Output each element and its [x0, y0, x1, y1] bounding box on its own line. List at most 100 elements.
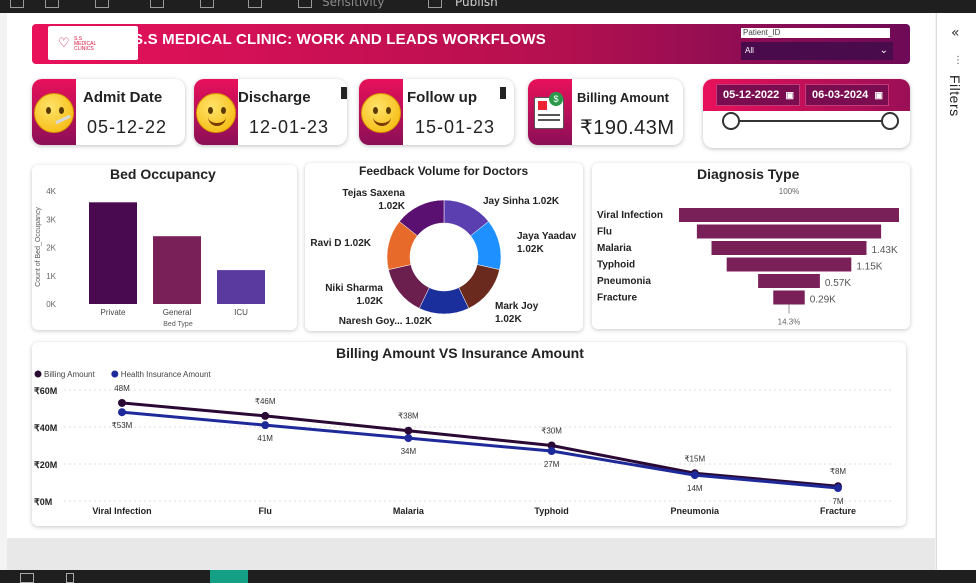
calculator-icon[interactable]: [248, 0, 262, 8]
smiling-face-icon: [361, 93, 401, 133]
funnel-bar: [696, 224, 882, 239]
funnel-value-label: 0.57K: [825, 278, 851, 289]
sensitivity-button[interactable]: Sensitivity: [322, 0, 384, 9]
clinic-logo: ♡ S.S MEDICAL CLINICS: [48, 26, 138, 60]
funnel-bottom-percent: 14.3%: [778, 318, 801, 327]
status-bar: [0, 570, 976, 583]
funnel-bar: [726, 257, 852, 272]
toolbar-icon[interactable]: [10, 0, 24, 8]
data-label: 7M: [832, 497, 843, 506]
data-point: [118, 398, 126, 407]
y-tick-label: 4K: [46, 187, 56, 196]
app-toolbar: Sensitivity Publish: [0, 0, 976, 13]
refresh-icon[interactable]: [150, 0, 164, 8]
kpi-discharge[interactable]: Discharge 12-01-23: [194, 79, 347, 145]
y-tick-label: 0K: [46, 300, 56, 309]
page-title: S.S MEDICAL CLINIC: WORK AND LEADS WORKF…: [133, 31, 546, 48]
x-tick-label: Malaria: [393, 506, 425, 516]
kpi-admit-date[interactable]: Admit Date 05-12-22: [32, 79, 185, 145]
start-date-input[interactable]: 05-12-2022 ▣: [716, 84, 800, 106]
calendar-icon[interactable]: ▣: [874, 85, 883, 105]
legend-label: Billing Amount: [44, 370, 95, 379]
filters-pane[interactable]: « ⋮ Filters: [936, 13, 976, 570]
diagnosis-panel[interactable]: Diagnosis Type 100% Viral Infection Flu Mal…: [592, 163, 910, 329]
bed-occupancy-chart: 0K 1K 2K 3K 4K Count of Bed_Occupancy Private G…: [35, 187, 265, 328]
kpi-follow-up[interactable]: Follow up 15-01-23: [359, 79, 514, 145]
date-range-slicer[interactable]: 05-12-2022 ▣ 06-03-2024 ▣: [703, 79, 910, 148]
patient-id-slicer-label: Patient_ID: [741, 28, 890, 38]
date-slider-track[interactable]: [731, 120, 891, 122]
kpi-title: Billing Amount: [577, 90, 669, 105]
data-point: [261, 411, 270, 420]
toolbar-icon[interactable]: [45, 0, 59, 8]
data-label: ₹8M: [830, 467, 847, 476]
card-marker: [341, 87, 347, 99]
calendar-icon[interactable]: ▣: [785, 85, 794, 105]
collapse-chevron-icon[interactable]: «: [951, 25, 960, 41]
diagnosis-funnel-chart: 100% Viral Infection Flu Malaria 1.43K Typhoi…: [597, 187, 899, 327]
funnel-bar: [773, 290, 805, 305]
kpi-title: Follow up: [407, 89, 477, 106]
kpi-value: ₹190.43M: [580, 117, 675, 139]
legend-marker: [34, 370, 42, 378]
kpi-value: 15-01-23: [415, 117, 496, 137]
data-label: ₹38M: [398, 412, 419, 421]
kpi-billing-amount[interactable]: $ Billing Amount ₹190.43M: [528, 79, 683, 145]
x-axis-label: Bed Type: [163, 321, 193, 328]
data-label: ₹46M: [255, 397, 276, 406]
bar-icu: [217, 270, 265, 304]
funnel-category-label: Fracture: [597, 293, 637, 304]
new-visual-icon[interactable]: [200, 0, 214, 8]
x-tick-label: Viral Infection: [92, 506, 151, 516]
chevron-down-icon[interactable]: ⌄: [880, 42, 888, 60]
x-tick-label: Pneumonia: [671, 506, 721, 516]
patient-id-slicer[interactable]: All ⌄: [741, 42, 893, 60]
logo-heart-icon: ♡: [58, 36, 70, 51]
shield-icon[interactable]: [298, 0, 312, 8]
data-point: [547, 447, 556, 456]
x-tick-label: Flu: [258, 506, 272, 516]
smiling-face-icon: [196, 93, 236, 133]
data-point: [834, 484, 842, 493]
report-header: ♡ S.S MEDICAL CLINICS S.S MEDICAL CLINIC…: [32, 24, 910, 64]
filter-icon: ⋮: [953, 55, 963, 66]
data-point: [690, 471, 699, 480]
funnel-value-label: 1.43K: [871, 245, 897, 256]
data-point: [118, 408, 126, 417]
sick-face-icon: [34, 93, 74, 133]
invoice-icon: $: [534, 92, 564, 129]
billing-line-chart: ₹0M ₹20M ₹40M ₹60M Viral Infection Flu Malaria…: [34, 370, 892, 516]
date-slider-end-handle[interactable]: [881, 112, 899, 130]
feedback-donut-chart: Jay Sinha 1.02K Jaya Yaadav 1.02K Mark Joy 1…: [310, 188, 576, 327]
y-tick-label: 1K: [46, 272, 56, 281]
bed-occupancy-panel[interactable]: Bed Occupancy 0K 1K 2K 3K 4K Count of Bed_Occ…: [32, 165, 297, 330]
filters-pane-label[interactable]: Filters: [947, 75, 963, 117]
mobile-view-icon[interactable]: [66, 573, 74, 583]
date-slider-start-handle[interactable]: [722, 112, 740, 130]
data-label: 34M: [401, 447, 417, 456]
data-label: ₹15M: [684, 454, 705, 463]
x-tick-label: Private: [101, 308, 126, 317]
x-tick-label: ICU: [234, 308, 248, 317]
page-view-icon[interactable]: [20, 573, 34, 583]
feedback-panel[interactable]: Feedback Volume for Doctors Jay Sinha 1.…: [305, 163, 583, 331]
billing-insurance-panel[interactable]: Billing Amount VS Insurance Amount ₹0M ₹2…: [32, 342, 906, 526]
kpi-value: 05-12-22: [87, 117, 168, 137]
funnel-category-label: Malaria: [597, 243, 632, 254]
patient-id-slicer-value: All: [745, 46, 754, 55]
funnel-value-label: 1.15K: [856, 262, 882, 273]
data-point: [261, 421, 270, 430]
bar-general: [153, 236, 201, 304]
data-label: ₹53M: [112, 421, 133, 430]
bar-private: [89, 202, 137, 304]
publish-button[interactable]: Publish: [455, 0, 498, 9]
page-tab-active[interactable]: [210, 570, 248, 583]
end-date-input[interactable]: 06-03-2024 ▣: [805, 84, 889, 106]
funnel-top-percent: 100%: [779, 187, 799, 196]
upload-icon[interactable]: [428, 0, 442, 8]
data-label: 41M: [257, 434, 273, 443]
funnel-value-label: 0.29K: [810, 295, 836, 306]
data-point: [404, 426, 413, 435]
table-icon[interactable]: [95, 0, 109, 8]
y-tick-label: ₹0M: [34, 497, 52, 507]
